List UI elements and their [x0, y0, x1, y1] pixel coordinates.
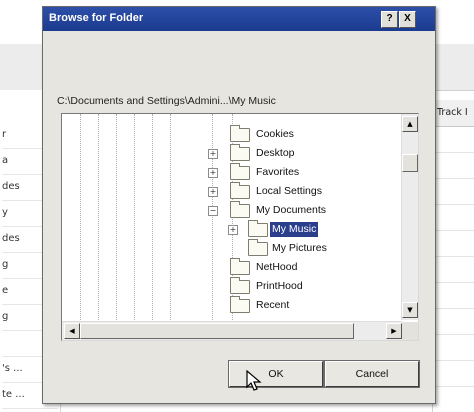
expand-toggle[interactable]: +	[228, 225, 238, 235]
background-row-divider	[432, 386, 474, 387]
folder-tree[interactable]: Cookies + Desktop + Favorites + Local Se…	[61, 113, 419, 341]
tree-item-label: NetHood	[256, 261, 298, 273]
expand-toggle[interactable]: +	[208, 187, 218, 197]
background-row-divider	[432, 308, 474, 309]
background-row-divider	[432, 152, 474, 153]
folder-icon	[230, 182, 250, 199]
tree-item-my-pictures[interactable]: My Pictures	[62, 239, 392, 258]
expand-toggle[interactable]: +	[208, 168, 218, 178]
close-button[interactable]: X	[399, 11, 416, 28]
scroll-down-arrow-icon[interactable]: ▼	[402, 302, 418, 318]
folder-icon	[230, 144, 250, 161]
current-path-label: C:\Documents and Settings\Admini...\My M…	[57, 95, 276, 107]
tree-item-label: Desktop	[256, 147, 295, 159]
tree-item-my-documents[interactable]: − My Documents	[62, 201, 392, 220]
background-row-divider	[432, 282, 474, 283]
tree-item-label: My Pictures	[272, 242, 327, 254]
horizontal-scrollbar[interactable]: ◀ ▶	[62, 321, 402, 340]
folder-icon	[248, 239, 268, 256]
folder-icon	[230, 201, 250, 218]
tree-item-desktop[interactable]: + Desktop	[62, 144, 392, 163]
scroll-right-arrow-icon[interactable]: ▶	[386, 323, 402, 339]
tree-item-my-music[interactable]: + My Music	[62, 220, 392, 239]
background-row-divider	[432, 256, 474, 257]
folder-icon	[230, 163, 250, 180]
background-row-divider	[432, 334, 474, 335]
help-button[interactable]: ?	[381, 11, 398, 28]
dialog-titlebar[interactable]: Browse for Folder ? X	[43, 7, 435, 31]
tree-item-label: Recent	[256, 299, 290, 311]
scrollbar-corner	[402, 322, 418, 340]
browse-for-folder-dialog: Browse for Folder ? X C:\Documents and S…	[42, 6, 436, 404]
cancel-button[interactable]: Cancel	[324, 360, 420, 388]
tree-item-label: PrintHood	[256, 280, 303, 292]
tree-item-cookies[interactable]: Cookies	[62, 125, 392, 144]
scroll-left-arrow-icon[interactable]: ◀	[64, 323, 80, 339]
tree-item-label: My Music	[270, 222, 319, 237]
track-column-header[interactable]: Track I	[433, 100, 474, 127]
tree-item-label: Favorites	[256, 166, 300, 178]
expand-toggle[interactable]: +	[208, 149, 218, 159]
ok-button[interactable]: OK	[228, 360, 324, 388]
background-row-divider	[432, 360, 474, 361]
background-row-divider	[432, 230, 474, 231]
scroll-up-arrow-icon[interactable]: ▲	[402, 116, 418, 132]
background-row-divider	[432, 178, 474, 179]
tree-item-favorites[interactable]: + Favorites	[62, 163, 392, 182]
collapse-toggle[interactable]: −	[208, 206, 218, 216]
tree-item-local-settings[interactable]: + Local Settings	[62, 182, 392, 201]
folder-icon	[230, 125, 250, 142]
dialog-title: Browse for Folder	[49, 12, 144, 24]
background-row-divider	[432, 204, 474, 205]
track-column-header-label: Track I	[437, 107, 468, 118]
tree-item-printhood[interactable]: PrintHood	[62, 277, 392, 296]
vertical-scrollbar[interactable]: ▲ ▼	[401, 114, 418, 320]
tree-item-nethood[interactable]: NetHood	[62, 258, 392, 277]
tree-item-label: Local Settings	[256, 185, 322, 197]
folder-icon	[230, 258, 250, 275]
horizontal-scroll-thumb[interactable]	[80, 323, 354, 339]
folder-icon	[230, 296, 250, 313]
mouse-pointer-icon	[246, 370, 262, 391]
folder-icon	[248, 220, 268, 237]
folder-icon	[230, 277, 250, 294]
tree-item-label: My Documents	[256, 204, 327, 216]
tree-item-label: Cookies	[256, 128, 294, 140]
vertical-scroll-thumb[interactable]	[402, 154, 418, 172]
tree-item-recent[interactable]: Recent	[62, 296, 392, 315]
